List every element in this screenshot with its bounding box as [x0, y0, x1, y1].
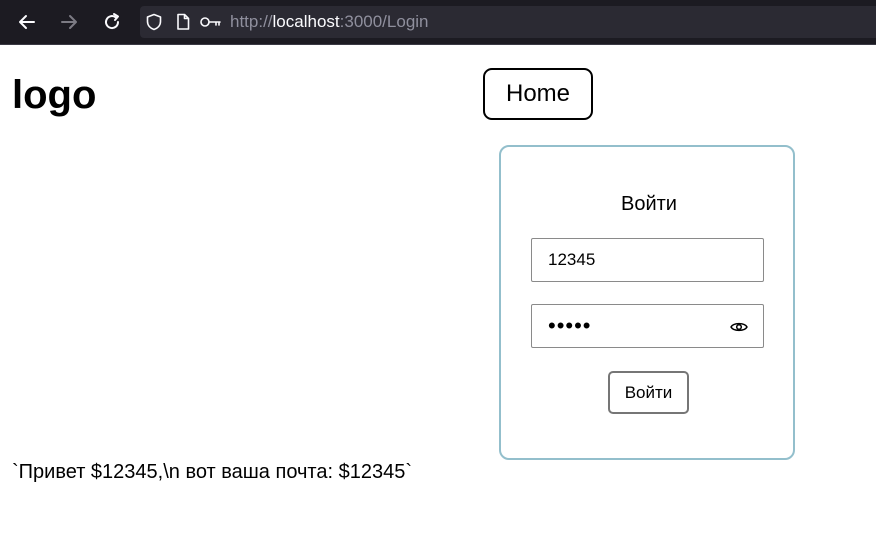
greeting-text: `Привет $12345,\n вот ваша почта: $12345…	[12, 461, 412, 483]
page-icon[interactable]	[174, 13, 192, 31]
eye-icon	[730, 322, 748, 332]
login-title: Войти	[621, 193, 677, 215]
back-button[interactable]	[14, 9, 40, 35]
shield-icon[interactable]	[145, 13, 163, 31]
reload-button[interactable]	[99, 9, 125, 35]
forward-arrow-icon	[61, 15, 77, 29]
password-field[interactable]	[531, 304, 764, 348]
username-input[interactable]	[532, 239, 763, 281]
login-submit-button[interactable]: Войти	[608, 371, 689, 414]
back-arrow-icon	[19, 15, 35, 29]
url-path: :3000/Login	[339, 12, 429, 31]
home-button[interactable]: Home	[483, 68, 593, 120]
reload-icon	[105, 13, 120, 30]
forward-button[interactable]	[56, 9, 82, 35]
username-field[interactable]	[531, 238, 764, 282]
browser-toolbar: http://localhost:3000/Login	[0, 0, 876, 45]
url-host: localhost	[272, 12, 340, 31]
logo: logo	[12, 73, 97, 117]
address-bar[interactable]: http://localhost:3000/Login	[140, 6, 876, 38]
url-text[interactable]: http://localhost:3000/Login	[230, 13, 429, 31]
login-form: Войти Войти	[499, 145, 795, 460]
url-prefix: http://	[230, 12, 273, 31]
show-password-toggle[interactable]	[729, 317, 749, 337]
key-icon[interactable]	[199, 13, 223, 31]
